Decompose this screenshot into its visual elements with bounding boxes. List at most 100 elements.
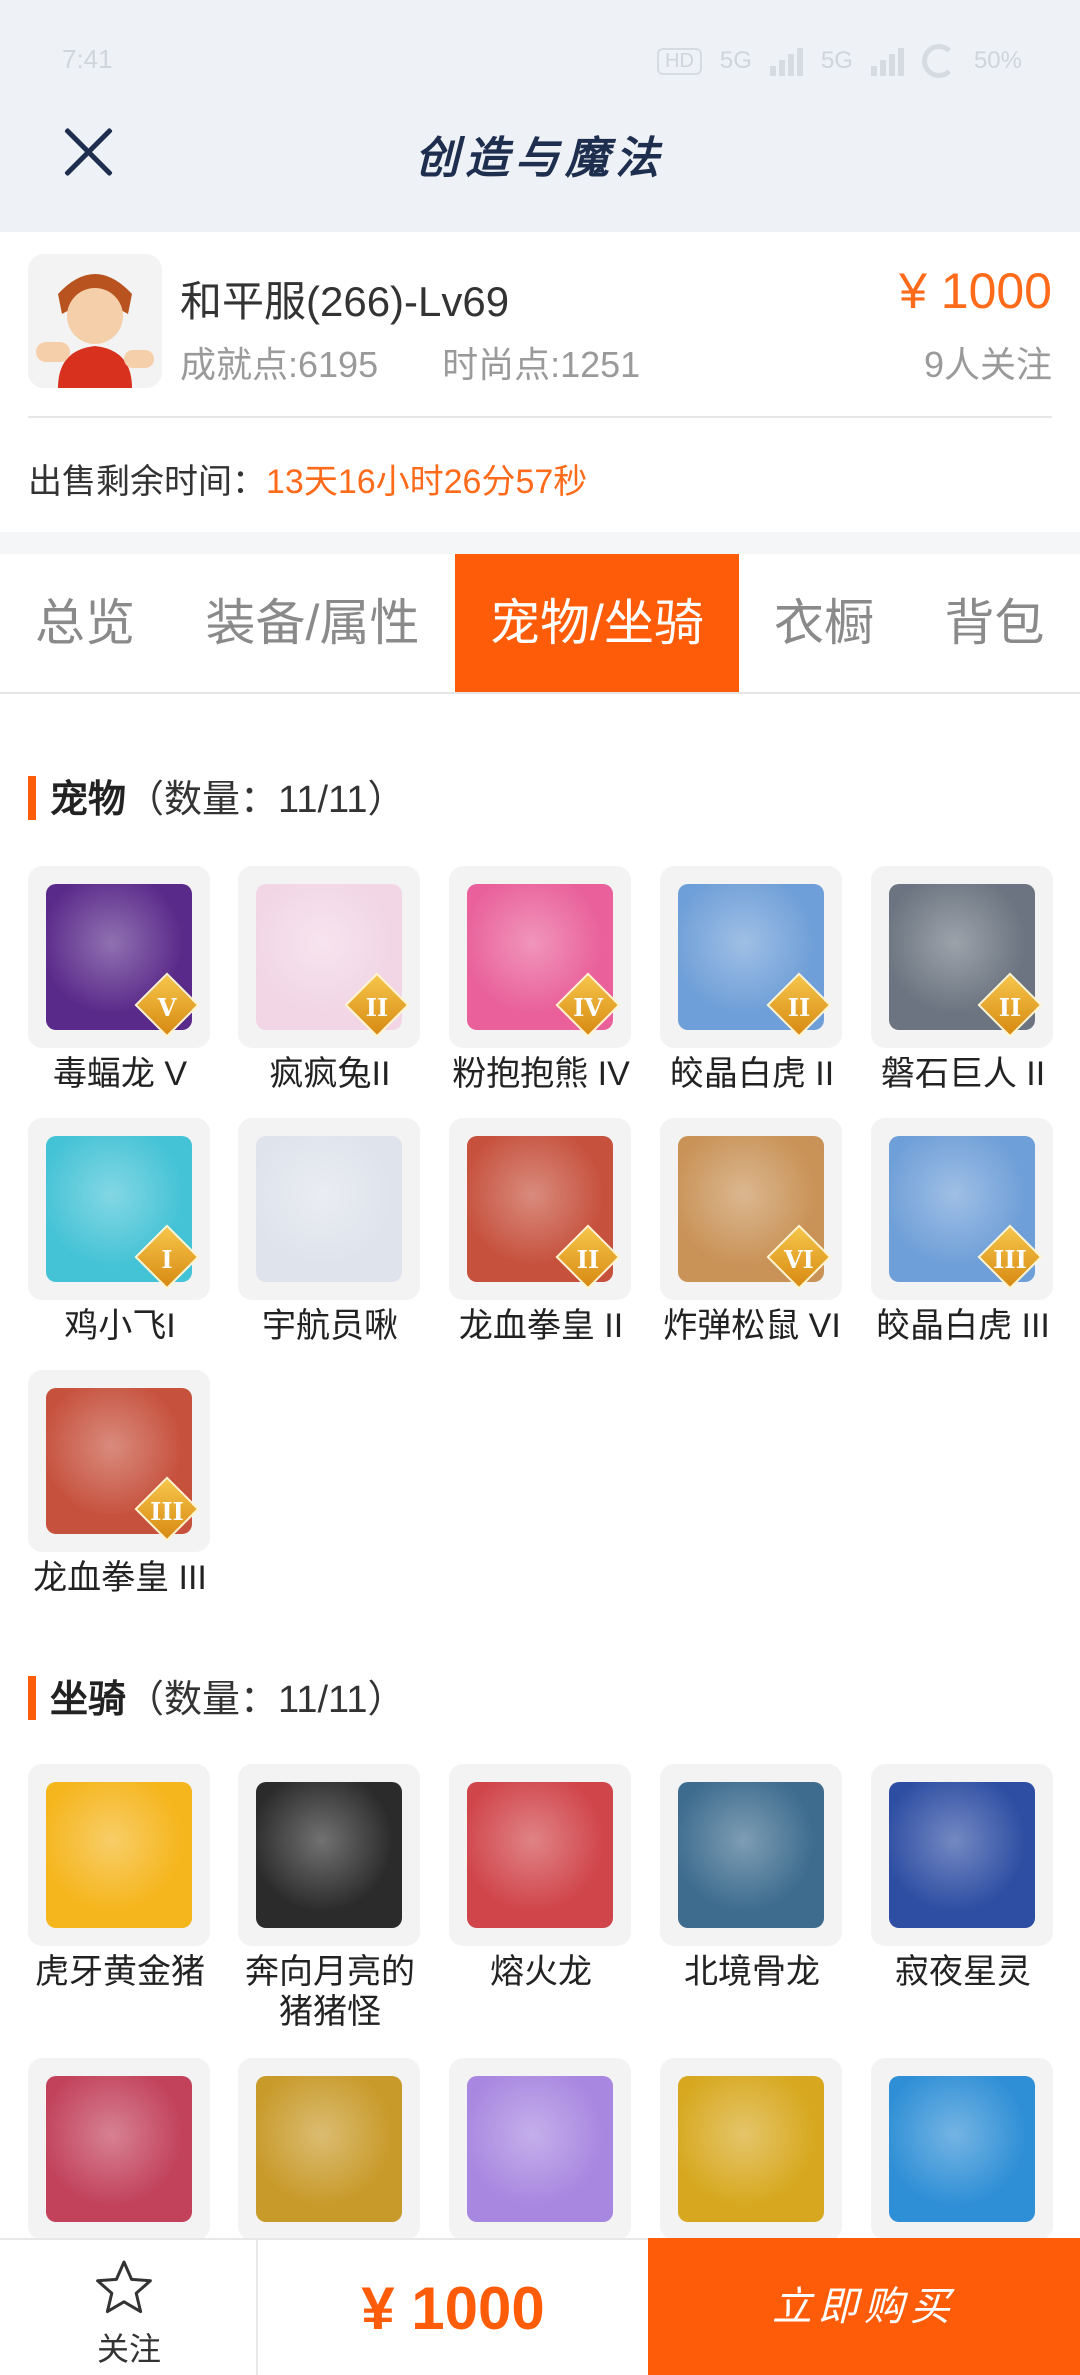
- tier-badge-label: II: [365, 992, 389, 1022]
- item-thumbnail: IV: [449, 866, 631, 1048]
- mount-item[interactable]: 寂夜星灵: [871, 1764, 1055, 1992]
- status-bar: 7:41 HD 5G 5G 50%: [0, 0, 1080, 120]
- mount-item[interactable]: 北境骨龙: [660, 1764, 844, 1992]
- tab-equipment[interactable]: 装备/属性: [170, 554, 455, 692]
- tier-badge-label: III: [150, 1496, 184, 1526]
- account-name: 和平服(266)-Lv69: [180, 278, 510, 325]
- tab-wardrobe[interactable]: 衣橱: [739, 554, 909, 692]
- pets-section-title: 宠物（数量：11/11）: [28, 768, 405, 823]
- item-name: 鸡小飞I: [64, 1307, 176, 1345]
- avatar: [28, 254, 162, 388]
- mount-item[interactable]: 奔向月亮的猪猪怪: [238, 1764, 422, 2032]
- pet-item[interactable]: IV 粉抱抱熊 IV: [449, 866, 633, 1094]
- creature-art-icon: [678, 2076, 824, 2222]
- mount-item[interactable]: 熔火龙: [449, 1764, 633, 1992]
- item-name: 奔向月亮的猪猪怪: [245, 1953, 415, 2031]
- tier-badge-label: VI: [784, 1244, 814, 1274]
- item-name: 粉抱抱熊 IV: [452, 1055, 630, 1093]
- battery-icon: [921, 44, 956, 78]
- creature-art-icon: [678, 1782, 824, 1928]
- mounts-section-title: 坐骑（数量：11/11）: [28, 1668, 405, 1723]
- account-summary: 和平服(266)-Lv69 成就点:6195 时尚点:1251 ¥ 1000 9…: [0, 232, 1080, 532]
- signal-bars-icon: [870, 46, 904, 76]
- tab-overview[interactable]: 总览: [0, 554, 170, 692]
- sale-time-row: 出售剩余时间：13天16小时26分57秒: [28, 454, 587, 503]
- mount-item[interactable]: [871, 2058, 1055, 2240]
- item-thumbnail: [871, 2058, 1053, 2240]
- pet-item[interactable]: II 龙血拳皇 II: [449, 1118, 633, 1346]
- signal-label-2: 5G: [820, 47, 853, 74]
- item-name: 寂夜星灵: [895, 1953, 1031, 1991]
- achievement-points: 成就点:6195: [180, 344, 379, 385]
- item-thumbnail: II: [449, 1118, 631, 1300]
- tier-badge-label: II: [576, 1244, 600, 1274]
- pet-item[interactable]: III 龙血拳皇 III: [28, 1370, 212, 1598]
- creature-art-icon: [889, 1782, 1035, 1928]
- follower-count: 9人关注: [923, 344, 1052, 385]
- hd-icon: HD: [657, 47, 702, 75]
- mount-item[interactable]: [238, 2058, 422, 2240]
- mounts-count: （数量：11/11）: [126, 1679, 406, 1721]
- tier-badge-label: III: [993, 1244, 1027, 1274]
- buy-now-button[interactable]: 立即购买: [648, 2238, 1080, 2375]
- item-thumbnail: [660, 1764, 842, 1946]
- status-icons: HD 5G 5G 50%: [657, 44, 1022, 78]
- follow-button[interactable]: 关注: [0, 2240, 258, 2375]
- item-thumbnail: [28, 2058, 210, 2240]
- tier-badge-label: II: [787, 992, 811, 1022]
- item-thumbnail: [449, 2058, 631, 2240]
- tab-pets-mounts[interactable]: 宠物/坐骑: [455, 554, 739, 692]
- item-thumbnail: [238, 1118, 420, 1300]
- pet-item[interactable]: II 疯疯兔II: [238, 866, 422, 1094]
- mount-item[interactable]: 虎牙黄金猪: [28, 1764, 212, 1992]
- status-time: 7:41: [62, 44, 113, 74]
- fashion-points: 时尚点:1251: [442, 344, 641, 385]
- item-thumbnail: [660, 2058, 842, 2240]
- item-name: 北境骨龙: [684, 1953, 820, 1991]
- signal-label-1: 5G: [719, 47, 752, 74]
- pet-item[interactable]: II 磐石巨人 II: [871, 866, 1055, 1094]
- item-thumbnail: V: [28, 866, 210, 1048]
- tier-badge-label: I: [161, 1244, 173, 1274]
- account-stats: 成就点:6195 时尚点:1251: [180, 336, 694, 388]
- section-marker: [28, 1676, 36, 1720]
- tier-badge-label: IV: [573, 992, 603, 1022]
- tab-backpack[interactable]: 背包: [909, 554, 1080, 692]
- top-header: 7:41 HD 5G 5G 50% 创造与魔法: [0, 0, 1080, 232]
- item-name: 疯疯兔II: [269, 1055, 391, 1093]
- item-thumbnail: II: [660, 866, 842, 1048]
- tab-bar: 总览 装备/属性 宠物/坐骑 衣橱 背包: [0, 554, 1080, 694]
- item-name: 皎晶白虎 II: [669, 1055, 835, 1093]
- item-thumbnail: [871, 1764, 1053, 1946]
- pets-title: 宠物: [50, 779, 127, 821]
- divider: [28, 416, 1052, 418]
- pet-item[interactable]: VI 炸弹松鼠 VI: [660, 1118, 844, 1346]
- pet-item[interactable]: V 毒蝠龙 V: [28, 866, 212, 1094]
- character-avatar-icon: [28, 254, 162, 388]
- tier-badge-label: V: [157, 992, 177, 1022]
- item-name: 虎牙黄金猪: [35, 1953, 205, 1991]
- item-thumbnail: III: [28, 1370, 210, 1552]
- mount-item[interactable]: [660, 2058, 844, 2240]
- item-thumbnail: II: [871, 866, 1053, 1048]
- item-name: 皎晶白虎 III: [876, 1307, 1050, 1345]
- item-thumbnail: [449, 1764, 631, 1946]
- mount-item[interactable]: [28, 2058, 212, 2240]
- pet-item[interactable]: 宇航员啾: [238, 1118, 422, 1346]
- section-marker: [28, 776, 36, 820]
- item-name: 磐石巨人 II: [880, 1055, 1046, 1093]
- pet-item[interactable]: II 皎晶白虎 II: [660, 866, 844, 1094]
- creature-art-icon: [46, 1782, 192, 1928]
- section-gap: [0, 532, 1080, 554]
- bottom-action-bar: 关注 ¥ 1000 立即购买: [0, 2238, 1080, 2375]
- creature-art-icon: [256, 1782, 402, 1928]
- item-thumbnail: I: [28, 1118, 210, 1300]
- item-name: 龙血拳皇 II: [458, 1307, 624, 1345]
- sale-time-label: 出售剩余时间：: [28, 463, 266, 501]
- pet-item[interactable]: I 鸡小飞I: [28, 1118, 212, 1346]
- sale-time-remaining: 13天16小时26分57秒: [266, 463, 588, 501]
- item-name: 毒蝠龙 V: [52, 1055, 188, 1093]
- pet-item[interactable]: III 皎晶白虎 III: [871, 1118, 1055, 1346]
- mount-item[interactable]: [449, 2058, 633, 2240]
- battery-level: 50%: [973, 47, 1022, 74]
